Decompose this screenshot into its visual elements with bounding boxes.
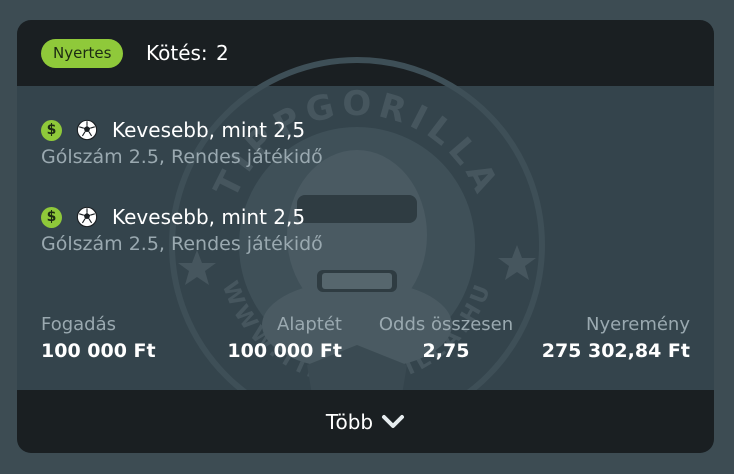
chevron-down-icon [382,414,405,428]
soccer-ball-icon [76,119,98,141]
stake-stat: Fogadás 100 000 Ft [41,314,156,364]
more-button-label: Több [325,409,374,434]
base-stake-stat: Alaptét 100 000 Ft [227,314,342,364]
base-stake-label: Alaptét [277,314,342,335]
stake-label: Fogadás [41,314,117,335]
more-button[interactable]: Több [326,410,405,434]
bet-item: $ Kevesebb, mint 2,5 Gólszám 2.5, Rendes… [41,203,323,255]
base-stake-value: 100 000 Ft [227,340,342,362]
bet-slip-card: Nyertes Kötés: 2 TIPPGORILLA WWW.TIPPGOR… [17,20,714,453]
bet-selection-title: Kevesebb, mint 2,5 [112,118,306,142]
winnings-value: 275 302,84 Ft [541,340,690,362]
winnings-stat: Nyeremény 275 302,84 Ft [542,314,690,364]
total-odds-stat: Odds összesen 2,75 [367,314,525,364]
soccer-ball-icon [76,206,98,228]
dollar-icon: $ [41,119,62,141]
bet-market-subtitle: Gólszám 2.5, Rendes játékidő [41,233,323,255]
total-odds-label: Odds összesen [378,314,514,335]
dollar-icon: $ [41,206,62,228]
bet-market-subtitle: Gólszám 2.5, Rendes játékidő [41,146,323,168]
stake-value: 100 000 Ft [41,340,156,362]
status-badge: Nyertes [41,39,124,68]
winnings-label: Nyeremény [586,314,690,335]
card-footer: Több [17,390,714,453]
bet-item: $ Kevesebb, mint 2,5 Gólszám 2.5, Rendes… [41,116,323,168]
total-odds-value: 2,75 [422,340,470,362]
bet-selection-title: Kevesebb, mint 2,5 [112,205,306,229]
